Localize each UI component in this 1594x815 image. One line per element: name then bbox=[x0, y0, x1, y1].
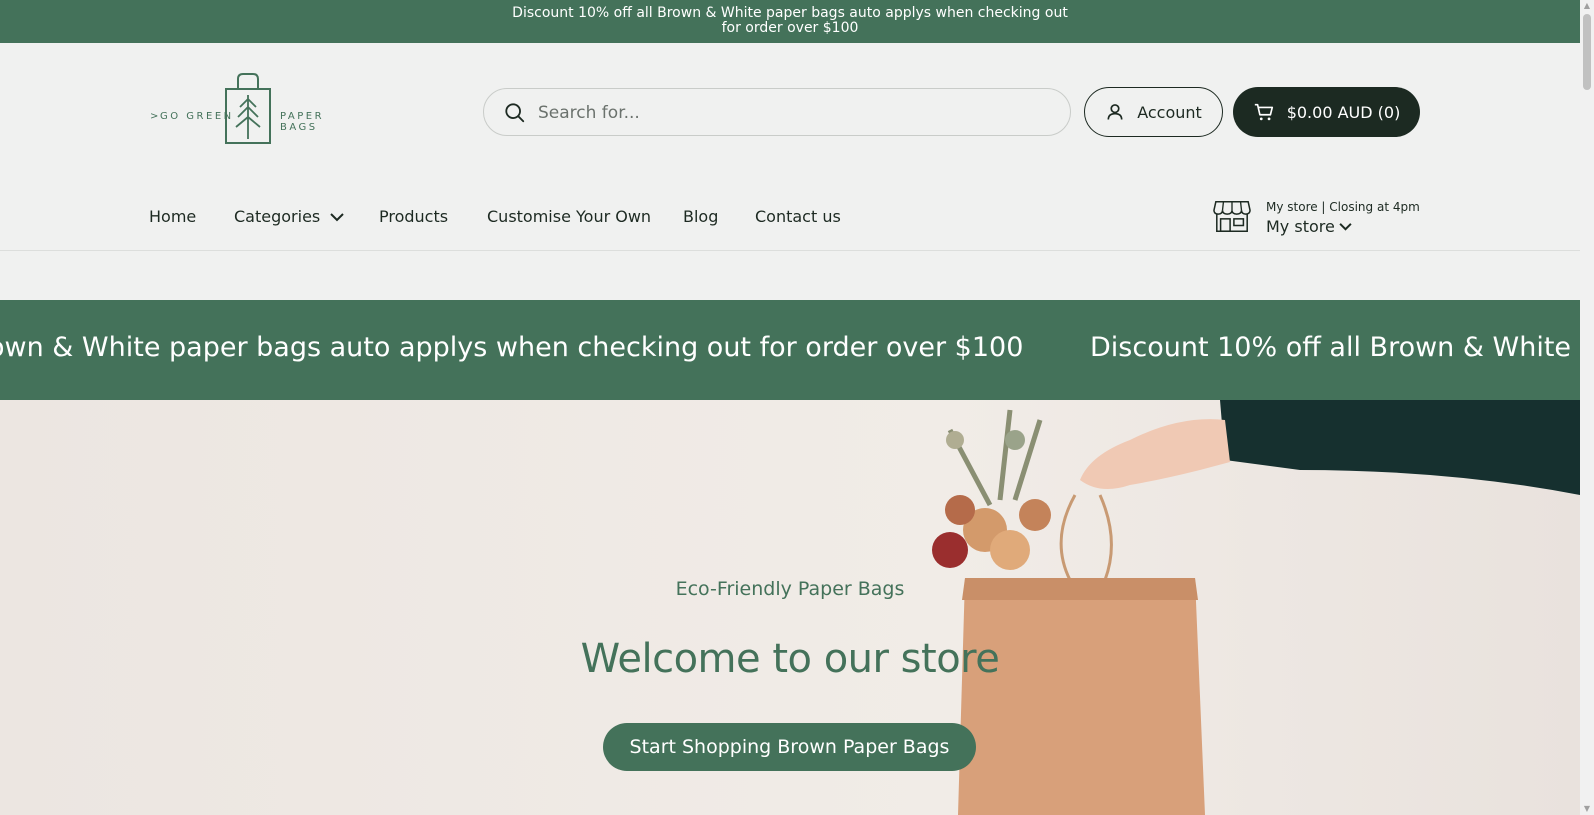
chevron-down-icon bbox=[1339, 223, 1352, 231]
scrollbar[interactable]: ▲ ▼ bbox=[1580, 0, 1594, 815]
nav-item-categories[interactable]: Categories bbox=[234, 207, 344, 226]
nav-item-products[interactable]: Products bbox=[379, 207, 448, 226]
nav-item-categories-label: Categories bbox=[234, 207, 321, 226]
account-label: Account bbox=[1137, 102, 1202, 122]
hero-title: Welcome to our store bbox=[580, 636, 1000, 682]
nav-item-home[interactable]: Home bbox=[149, 207, 196, 226]
cart-icon bbox=[1254, 103, 1273, 121]
logo-right-word: PAPER BAGS bbox=[280, 111, 325, 133]
search-bar[interactable] bbox=[483, 88, 1071, 136]
store-name-label: My store bbox=[1266, 217, 1335, 236]
cart-button[interactable]: $0.00 AUD (0) bbox=[1233, 87, 1420, 137]
main-nav: Home Categories Products Customise Your … bbox=[0, 183, 1580, 251]
storefront-icon bbox=[1213, 200, 1251, 232]
scrollbar-thumb[interactable] bbox=[1583, 14, 1591, 90]
store-status: My store | Closing at 4pm bbox=[1266, 200, 1420, 214]
hero-banner: Eco-Friendly Paper Bags Welcome to our s… bbox=[0, 400, 1580, 815]
hero-eyebrow: Eco-Friendly Paper Bags bbox=[675, 578, 905, 600]
nav-item-blog[interactable]: Blog bbox=[683, 207, 718, 226]
paper-bag-tree-icon bbox=[225, 73, 271, 144]
scroll-up-icon[interactable]: ▲ bbox=[1583, 2, 1591, 10]
site-header: > GO GREEN PAPER BAGS Account $0.00 AUD … bbox=[0, 43, 1580, 184]
logo[interactable]: > GO GREEN PAPER BAGS bbox=[150, 73, 360, 148]
user-icon bbox=[1107, 104, 1123, 120]
spacer bbox=[0, 251, 1580, 300]
store-selector[interactable]: My store | Closing at 4pm My store bbox=[1213, 197, 1443, 241]
marquee-text: own & White paper bags auto applys when … bbox=[0, 332, 1024, 363]
announcement-text: Discount 10% off all Brown & White paper… bbox=[512, 5, 1068, 36]
scroll-down-icon[interactable]: ▼ bbox=[1583, 805, 1591, 813]
search-input[interactable] bbox=[536, 97, 1040, 129]
account-button[interactable]: Account bbox=[1084, 87, 1223, 137]
store-name[interactable]: My store bbox=[1266, 217, 1352, 236]
start-shopping-button[interactable]: Start Shopping Brown Paper Bags bbox=[603, 723, 976, 771]
announcement-bar: Discount 10% off all Brown & White paper… bbox=[0, 0, 1580, 43]
scrolling-announcement: own & White paper bags auto applys when … bbox=[0, 300, 1580, 400]
chevron-down-icon bbox=[330, 212, 344, 221]
nav-item-contact[interactable]: Contact us bbox=[755, 207, 841, 226]
cart-label: $0.00 AUD (0) bbox=[1286, 102, 1401, 122]
nav-item-customise[interactable]: Customise Your Own bbox=[487, 207, 651, 226]
marquee-text: Discount 10% off all Brown & White paper… bbox=[1090, 332, 1580, 363]
search-icon[interactable] bbox=[504, 102, 526, 124]
